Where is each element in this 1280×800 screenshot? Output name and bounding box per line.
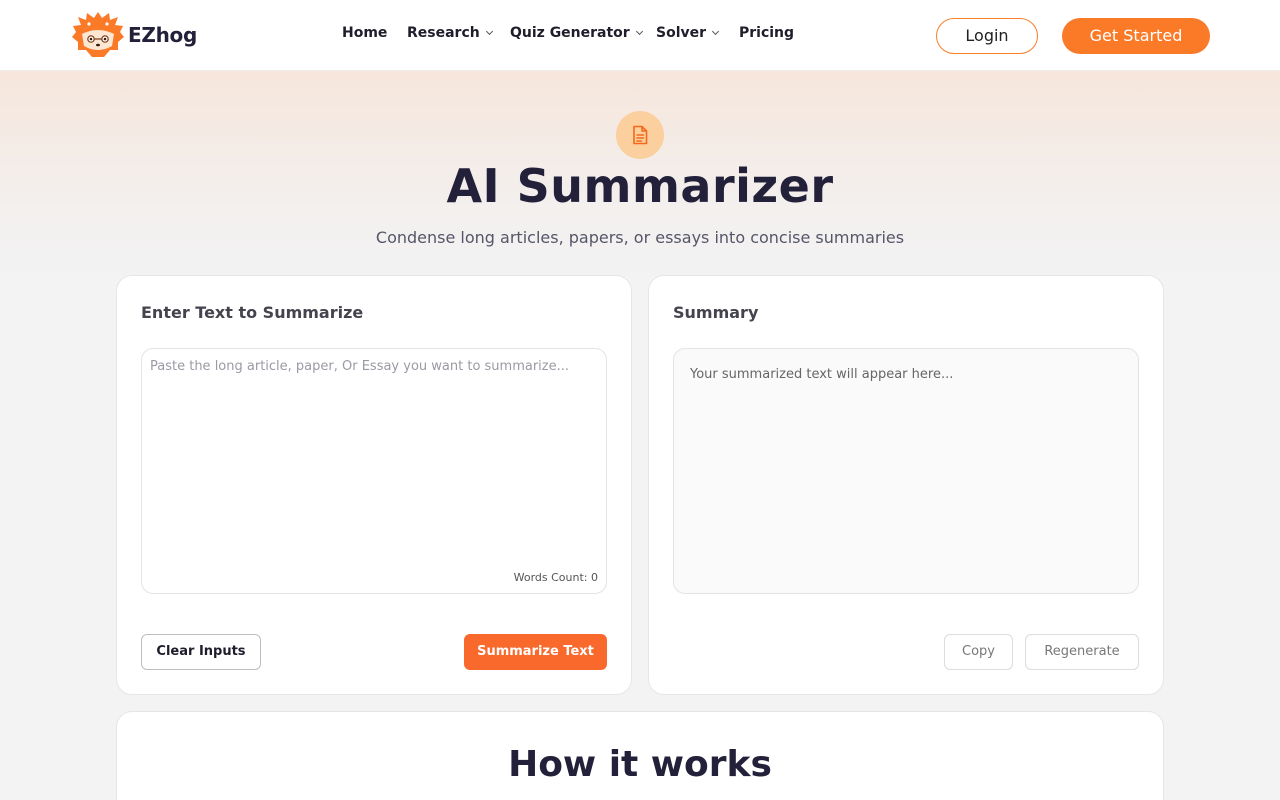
summary-output[interactable]: Your summarized text will appear here... bbox=[673, 348, 1139, 594]
page-title: AI Summarizer bbox=[446, 159, 834, 213]
hero-section: AI Summarizer Condense long articles, pa… bbox=[0, 71, 1280, 281]
chevron-down-icon bbox=[711, 27, 720, 36]
login-button[interactable]: Login bbox=[936, 18, 1038, 54]
input-box: Words Count: 0 bbox=[141, 348, 607, 594]
document-icon bbox=[633, 125, 648, 145]
chevron-down-icon bbox=[635, 27, 643, 36]
nav-item-label: Quiz Generator bbox=[510, 25, 630, 41]
regenerate-button[interactable]: Regenerate bbox=[1025, 634, 1139, 670]
hero-icon-badge bbox=[616, 111, 664, 159]
clear-inputs-button[interactable]: Clear Inputs bbox=[141, 634, 261, 670]
how-it-works-section: How it works bbox=[116, 711, 1164, 800]
input-panel-title: Enter Text to Summarize bbox=[141, 303, 364, 322]
summary-panel-title: Summary bbox=[673, 303, 759, 322]
copy-button[interactable]: Copy bbox=[944, 634, 1013, 670]
nav-item-label: Pricing bbox=[739, 25, 795, 41]
nav-item-pricing[interactable]: Pricing bbox=[739, 25, 794, 41]
nav-item-research[interactable]: Research bbox=[407, 25, 493, 41]
nav-item-label: Research bbox=[407, 25, 480, 41]
get-started-button[interactable]: Get Started bbox=[1062, 18, 1210, 54]
word-count: Words Count: 0 bbox=[513, 571, 598, 584]
summary-placeholder: Your summarized text will appear here... bbox=[690, 367, 954, 382]
chevron-down-icon bbox=[485, 27, 493, 36]
nav-item-solver[interactable]: Solver bbox=[656, 25, 720, 41]
nav-item-label: Solver bbox=[656, 25, 707, 41]
input-panel: Enter Text to Summarize Words Count: 0 C… bbox=[116, 275, 632, 695]
summary-panel: Summary Your summarized text will appear… bbox=[648, 275, 1164, 695]
text-input[interactable] bbox=[142, 349, 606, 593]
nav-item-label: Home bbox=[342, 25, 388, 41]
page-subtitle: Condense long articles, papers, or essay… bbox=[375, 228, 905, 247]
site-header: EZhog Home Research Quiz Generator Solve… bbox=[0, 0, 1280, 71]
nav-item-home[interactable]: Home bbox=[342, 25, 387, 41]
nav-item-quiz-generator[interactable]: Quiz Generator bbox=[510, 25, 643, 41]
how-it-works-title: How it works bbox=[508, 744, 772, 785]
summarize-button[interactable]: Summarize Text bbox=[464, 634, 607, 670]
